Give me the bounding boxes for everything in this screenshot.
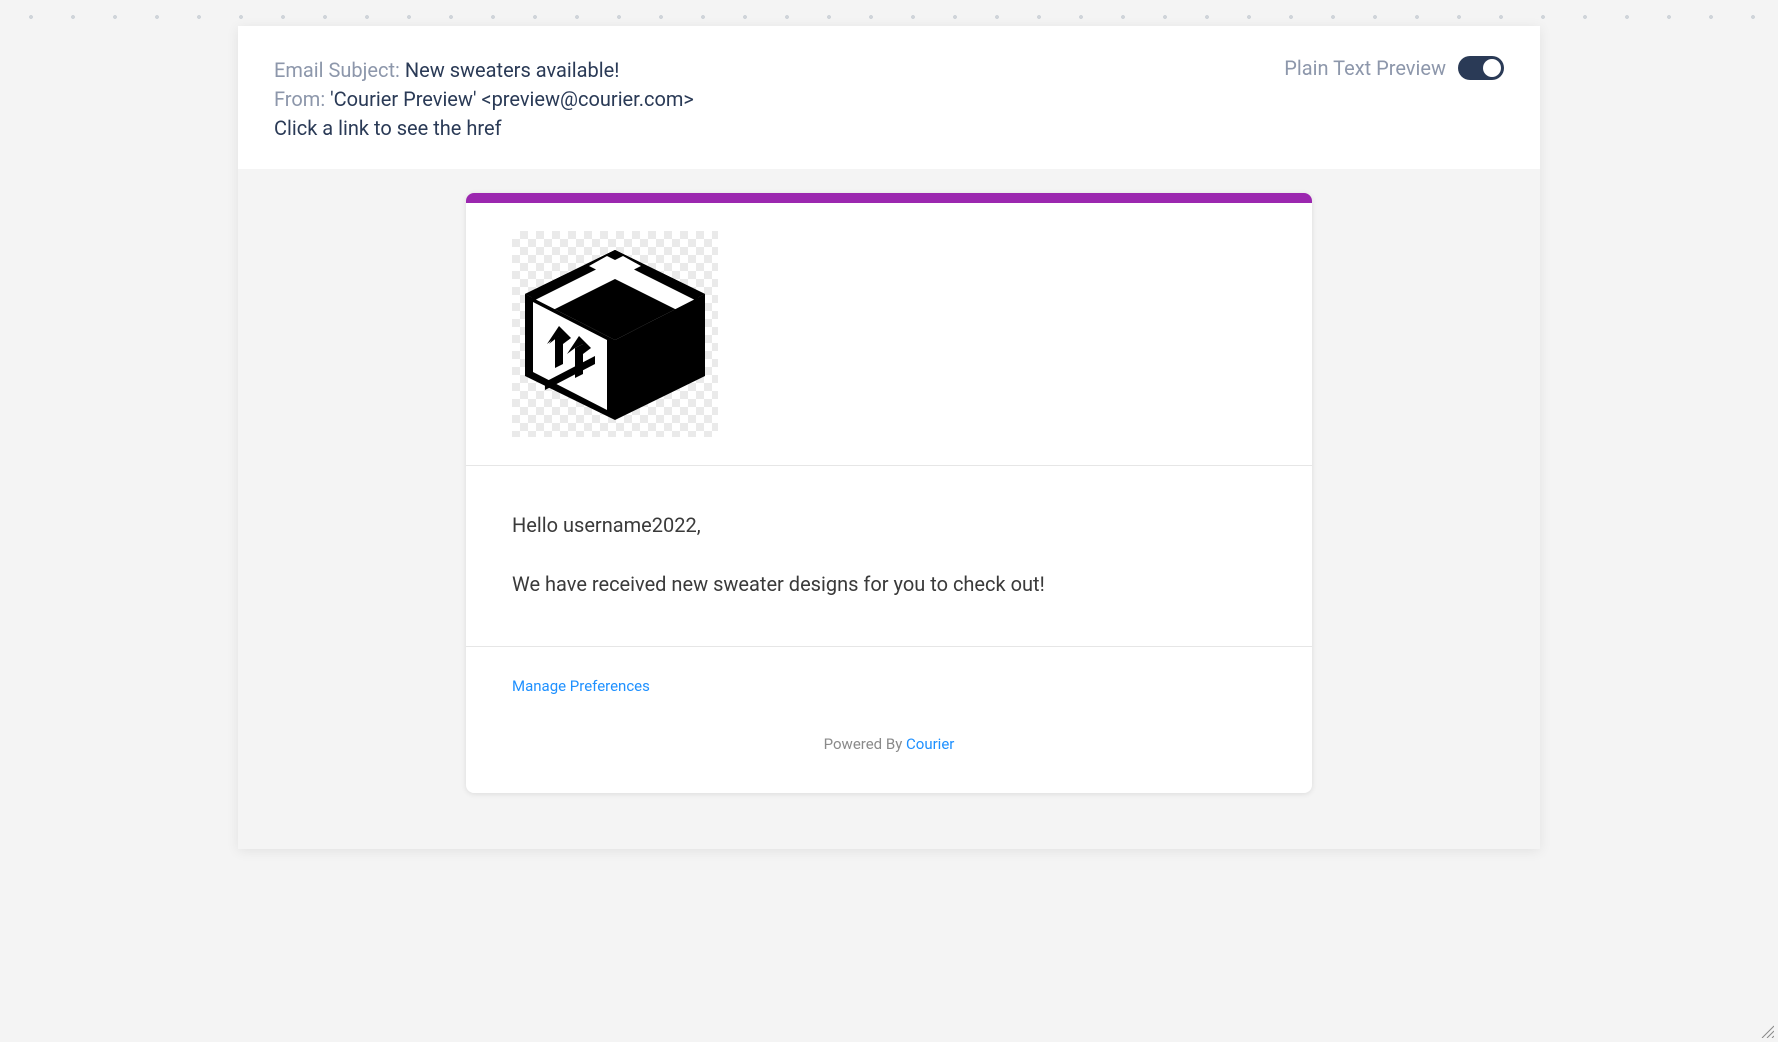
subject-label: Email Subject: — [274, 58, 400, 82]
toggle-knob — [1483, 59, 1501, 77]
href-hint: Click a link to see the href — [274, 114, 694, 143]
header-left: Email Subject: New sweaters available! F… — [274, 56, 694, 143]
plain-text-toggle[interactable] — [1458, 56, 1504, 80]
email-logo-block — [466, 203, 1312, 466]
powered-by-link[interactable]: Courier — [906, 735, 954, 753]
header-right: Plain Text Preview — [1284, 56, 1504, 80]
preview-card: Email Subject: New sweaters available! F… — [238, 26, 1540, 849]
powered-by-row: Powered By Courier — [512, 735, 1266, 753]
subject-row: Email Subject: New sweaters available! — [274, 56, 694, 85]
email-footer: Manage Preferences Powered By Courier — [466, 647, 1312, 793]
email-body: Hello username2022, We have received new… — [466, 466, 1312, 647]
plain-text-label: Plain Text Preview — [1284, 56, 1446, 80]
preview-area: Hello username2022, We have received new… — [238, 169, 1540, 849]
email-container: Hello username2022, We have received new… — [466, 193, 1312, 793]
email-greeting: Hello username2022, — [512, 510, 1266, 541]
email-body-text: We have received new sweater designs for… — [512, 569, 1266, 600]
email-logo — [512, 231, 718, 437]
subject-value: New sweaters available! — [405, 58, 620, 82]
manage-preferences-link[interactable]: Manage Preferences — [512, 677, 650, 695]
from-row: From: 'Courier Preview' <preview@courier… — [274, 85, 694, 114]
email-accent-bar — [466, 193, 1312, 203]
from-value: 'Courier Preview' <preview@courier.com> — [330, 87, 694, 111]
preview-header: Email Subject: New sweaters available! F… — [238, 26, 1540, 169]
powered-by-prefix: Powered By — [824, 735, 906, 753]
box-icon — [515, 244, 715, 424]
from-label: From: — [274, 87, 325, 111]
resize-handle-icon[interactable] — [1760, 1024, 1774, 1038]
dotted-border-top — [0, 0, 1778, 26]
